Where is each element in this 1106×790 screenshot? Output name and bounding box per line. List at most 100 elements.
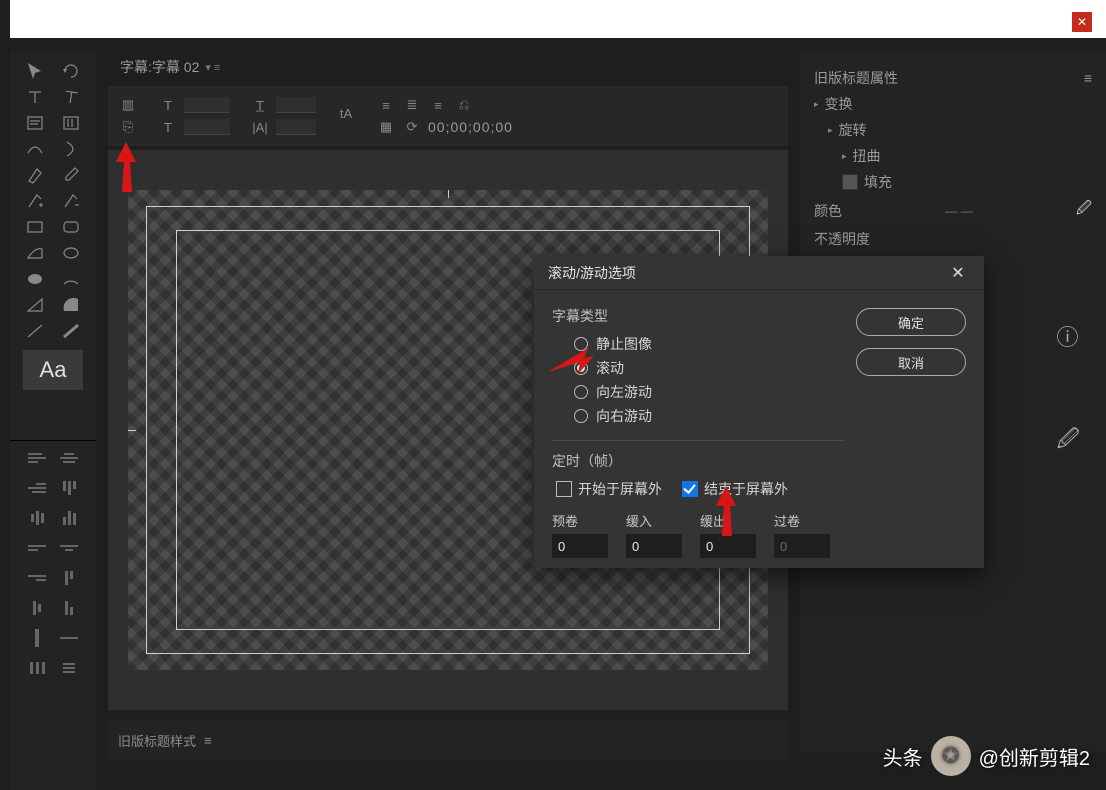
properties-title: 旧版标题属性 [814,68,898,88]
line-tool[interactable] [20,320,50,342]
distribute-bottom[interactable] [58,597,80,619]
radio-crawl-right-label: 向右游动 [596,406,652,426]
leading-icon[interactable]: tA [336,106,356,121]
prop-fill[interactable]: 填充 [864,172,892,192]
ellipse-tool[interactable] [56,242,86,264]
group-title-type: 字幕类型 [552,306,844,326]
twist-icon[interactable]: ▸ [814,99,819,110]
triangle-tool[interactable] [20,294,50,316]
template-icon[interactable]: ⎘ [118,119,138,135]
add-anchor-tool[interactable] [20,190,50,212]
timecode-display[interactable]: 00;00;00;00 [428,119,513,135]
vertical-type-tool[interactable] [56,86,86,108]
watermark: 头条 ✪ @创新剪辑2 [883,736,1090,776]
cancel-button[interactable]: 取消 [856,348,966,376]
path-type-tool[interactable] [20,138,50,160]
eyedropper-icon-2[interactable]: 🖉 [1057,422,1080,460]
radio-roll-label: 滚动 [596,358,624,378]
filled-arc-tool[interactable] [56,294,86,316]
dialog-title: 滚动/游动选项 [548,263,636,283]
input-easein[interactable] [626,534,682,558]
center-tick-left [128,430,136,431]
info-icon[interactable]: ⓘ [1057,320,1080,352]
prop-rotate[interactable]: 旋转 [839,120,867,140]
panel-menu-icon[interactable]: ≡ [1084,70,1092,86]
distribute-spacing-h[interactable] [26,657,48,679]
prop-fill-color[interactable]: 颜色 [814,201,842,221]
chk-end-offscreen[interactable]: 结束于屏幕外 [682,479,788,499]
styles-menu-icon[interactable]: ≡ [204,733,212,748]
align-left[interactable] [26,447,48,469]
roll-options-icon[interactable]: ▥ [118,97,138,113]
chk-start-offscreen[interactable]: 开始于屏幕外 [556,479,662,499]
sync-icon[interactable]: ⟳ [402,119,422,135]
font-size-input[interactable] [276,97,316,113]
align-right[interactable] [26,477,48,499]
titler-tab-header: 字幕:字幕 02 ▾ ≡ [108,52,788,82]
delete-anchor-tool[interactable] [56,190,86,212]
rectangle-tool[interactable] [20,216,50,238]
align-top[interactable] [58,477,80,499]
type-tool[interactable] [20,86,50,108]
distribute-top[interactable] [58,567,80,589]
app-top-bar [10,0,1106,38]
dialog-close-button[interactable]: ✕ [946,261,970,285]
prop-opacity[interactable]: 不透明度 [814,229,870,249]
ok-button[interactable]: 确定 [856,308,966,336]
distribute-vcenter[interactable] [26,597,48,619]
tab-stops-icon[interactable]: ⎌ [454,97,474,113]
distribute-right[interactable] [26,567,48,589]
rotate-tool[interactable] [56,60,86,82]
filled-line-tool[interactable] [56,320,86,342]
center-v-icon[interactable] [58,627,80,649]
styles-label: 旧版标题样式 [118,731,196,750]
tab-title[interactable]: 字幕:字幕 02 [120,57,199,77]
radio-crawl-left[interactable]: 向左游动 [574,382,844,402]
fill-swatch[interactable] [842,174,858,190]
area-type-tool[interactable] [20,112,50,134]
radio-still[interactable]: 静止图像 [574,334,844,354]
kerning-input[interactable] [276,119,316,135]
watermark-avatar-icon: ✪ [931,736,971,776]
font-style-input[interactable] [184,119,230,135]
vertical-area-type-tool[interactable] [56,112,86,134]
radio-crawl-left-label: 向左游动 [596,382,652,402]
prop-transform[interactable]: 变换 [825,94,853,114]
filled-ellipse-tool[interactable] [20,268,50,290]
twist-icon[interactable]: ▸ [842,151,847,162]
input-postroll [774,534,830,558]
input-preroll[interactable] [552,534,608,558]
eyedropper-icon[interactable]: 🖉 [1076,198,1092,223]
close-window-button[interactable]: ✕ [1072,12,1092,32]
prop-distort[interactable]: 扭曲 [853,146,881,166]
distribute-hcenter[interactable] [58,537,80,559]
type-style-big[interactable]: Aa [23,350,83,390]
bold-icon[interactable]: T̲ [250,98,270,113]
wedge-tool[interactable] [20,242,50,264]
eyedropper-tool[interactable] [56,164,86,186]
rounded-rectangle-tool[interactable] [56,216,86,238]
tab-menu-icon[interactable]: ▾ ≡ [205,61,220,74]
align-center-h[interactable] [58,447,80,469]
radio-crawl-right[interactable]: 向右游动 [574,406,844,426]
distribute-left[interactable] [26,537,48,559]
selection-tool[interactable] [20,60,50,82]
align-left-icon[interactable]: ≡ [376,98,396,113]
input-easeout[interactable] [700,534,756,558]
align-center-icon[interactable]: ≣ [402,97,422,113]
radio-roll[interactable]: 滚动 [574,358,844,378]
align-bottom[interactable] [58,507,80,529]
font-family-input[interactable] [184,97,230,113]
distribute-spacing-v[interactable] [58,657,80,679]
show-video-icon[interactable]: ▦ [376,119,396,135]
arc-tool[interactable] [56,268,86,290]
col-easeout: 缓出 [700,511,756,530]
kerning-icon[interactable]: |A| [250,120,270,135]
twist-icon[interactable]: ▸ [828,125,833,136]
align-center-v[interactable] [26,507,48,529]
watermark-brand: 头条 [883,742,923,771]
align-right-icon[interactable]: ≡ [428,98,448,113]
pen-tool[interactable] [20,164,50,186]
center-h-icon[interactable] [26,627,48,649]
vertical-path-type-tool[interactable] [56,138,86,160]
